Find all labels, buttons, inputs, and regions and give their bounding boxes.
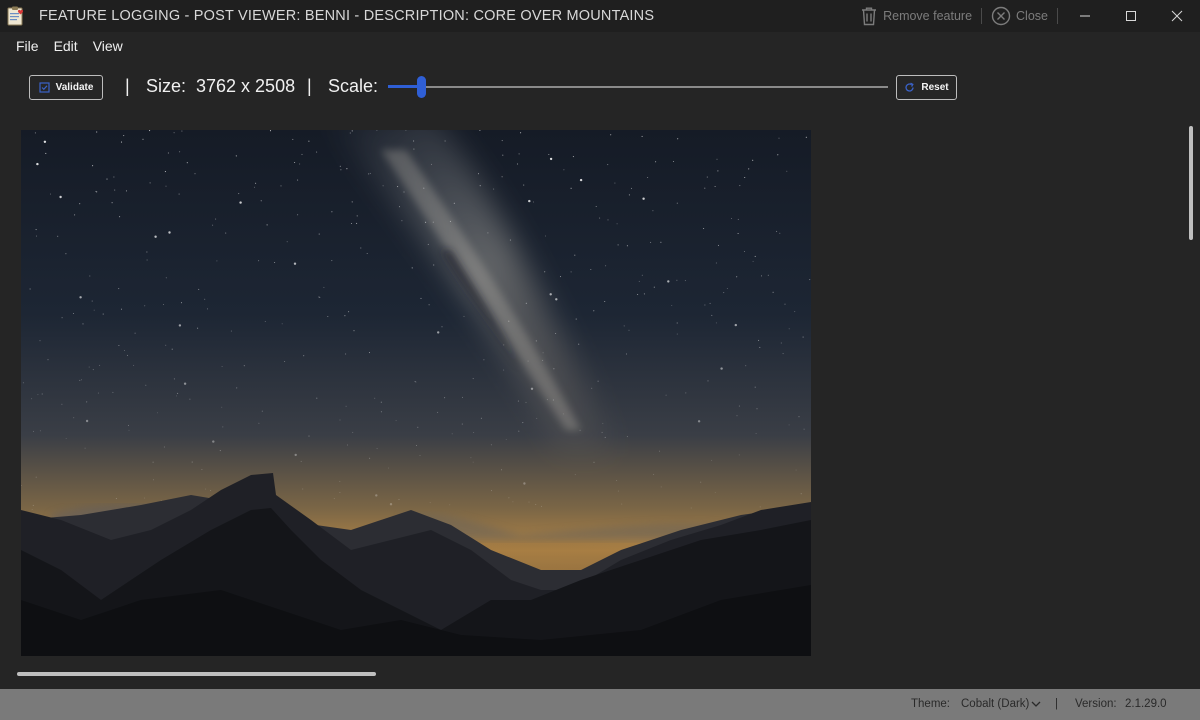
version-label: Version: [1075, 698, 1117, 710]
menu-bar: File Edit View [0, 32, 1200, 60]
status-bar: Theme: Cobalt (Dark) | Version: 2.1.29.0 [0, 689, 1200, 720]
validate-icon [38, 82, 50, 93]
validate-label: Validate [55, 82, 94, 93]
theme-label: Theme: [911, 698, 950, 710]
close-feature-button[interactable]: Close [991, 0, 1048, 32]
size-label: Size: [146, 76, 187, 96]
minimize-icon [1080, 15, 1090, 17]
trash-icon [862, 7, 877, 26]
scale-slider-thumb[interactable] [416, 76, 426, 98]
title-bar: FEATURE LOGGING - POST VIEWER: BENNI - D… [0, 0, 1200, 32]
menu-file[interactable]: File [16, 38, 39, 54]
close-icon [1171, 10, 1183, 22]
close-circle-icon [991, 6, 1011, 26]
vertical-scrollbar[interactable] [1189, 126, 1193, 240]
validate-button[interactable]: Validate [29, 75, 103, 100]
clipboard-app-icon [5, 5, 27, 27]
scale-slider-track[interactable] [388, 86, 888, 88]
menu-edit[interactable]: Edit [54, 38, 78, 54]
horizontal-scrollbar[interactable] [17, 672, 376, 676]
toolbar-separator: | [307, 76, 312, 96]
maximize-icon [1126, 11, 1136, 21]
menu-view[interactable]: View [93, 38, 123, 54]
toolbar: Validate | Size: 3762 x 2508 | Scale: Re… [0, 60, 1200, 116]
reset-button[interactable]: Reset [896, 75, 957, 100]
toolbar-separator: | [125, 76, 130, 96]
scale-label: Scale: [328, 76, 379, 96]
maximize-button[interactable] [1108, 0, 1154, 32]
version-value: 2.1.29.0 [1125, 698, 1167, 710]
chevron-down-icon [1031, 701, 1041, 707]
title-separator [1057, 8, 1058, 24]
reset-icon [905, 82, 915, 92]
remove-feature-button[interactable]: Remove feature [860, 0, 972, 32]
scale-slider-fill [388, 85, 421, 88]
window-title: FEATURE LOGGING - POST VIEWER: BENNI - D… [39, 8, 655, 24]
reset-label: Reset [921, 82, 949, 93]
status-separator: | [1055, 698, 1058, 710]
title-separator [981, 8, 983, 24]
theme-selector[interactable]: Cobalt (Dark) [961, 698, 1029, 710]
remove-feature-label: Remove feature [883, 9, 973, 23]
close-window-button[interactable] [1154, 0, 1200, 32]
minimize-button[interactable] [1062, 0, 1108, 32]
close-label: Close [1016, 9, 1048, 23]
size-value: 3762 x 2508 [196, 76, 296, 96]
post-image [21, 130, 811, 656]
